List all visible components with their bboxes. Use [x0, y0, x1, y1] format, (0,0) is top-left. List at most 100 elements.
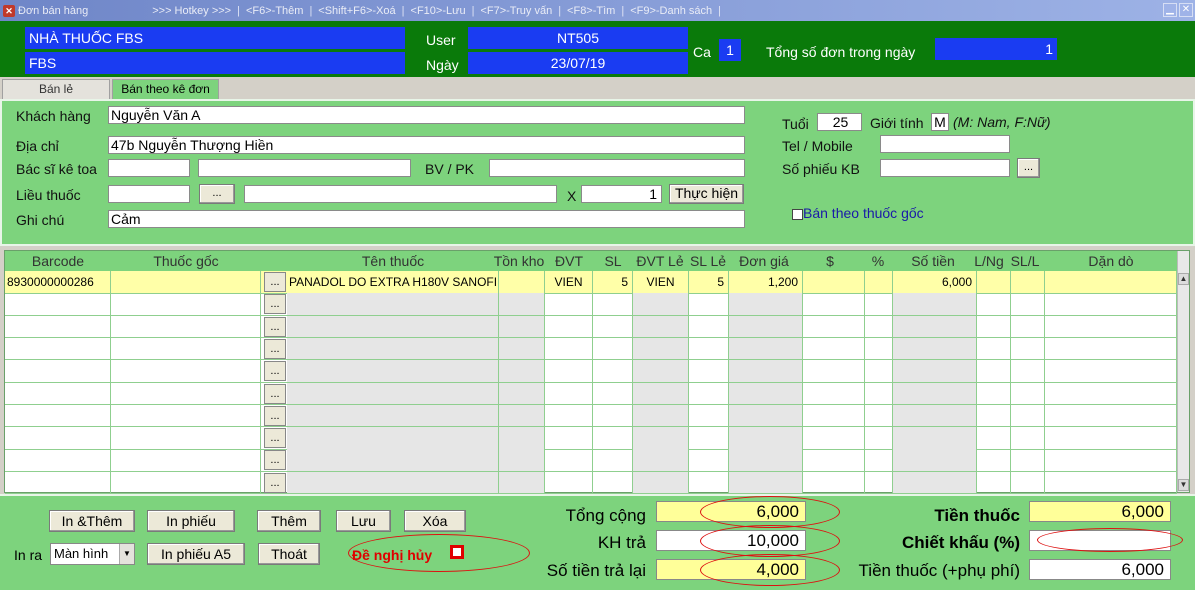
- cell-unit-small[interactable]: [633, 449, 689, 471]
- cell-qty[interactable]: [593, 293, 633, 315]
- table-row[interactable]: ...: [5, 449, 1177, 472]
- cell-unit[interactable]: [545, 427, 593, 449]
- cell-unit-small[interactable]: [633, 315, 689, 338]
- cell-note[interactable]: [1045, 315, 1177, 338]
- cell-stock[interactable]: [499, 427, 545, 449]
- cell-lng[interactable]: [977, 360, 1011, 382]
- cell-usd[interactable]: [803, 404, 865, 427]
- cell-lng[interactable]: [977, 382, 1011, 404]
- cell-price[interactable]: [729, 293, 803, 315]
- cell-sll[interactable]: [1011, 449, 1045, 471]
- cell-price[interactable]: [729, 315, 803, 338]
- cell-price[interactable]: [729, 471, 803, 494]
- cell-unit-small[interactable]: [633, 471, 689, 494]
- cell-qty[interactable]: [593, 337, 633, 360]
- dosage-lookup-button[interactable]: ...: [199, 184, 235, 204]
- tab-prescription[interactable]: Bán theo kê đơn: [112, 79, 219, 99]
- cell-generic[interactable]: [111, 271, 261, 293]
- cell-sll[interactable]: [1011, 404, 1045, 427]
- cell-pct[interactable]: [865, 293, 893, 315]
- table-row[interactable]: 8930000000286 PANADOL DO EXTRA H180V SANO…: [5, 271, 1177, 294]
- cell-generic[interactable]: [111, 449, 261, 471]
- cell-amount[interactable]: [893, 427, 977, 449]
- cell-stock[interactable]: [499, 471, 545, 494]
- row-lookup-button[interactable]: ...: [264, 361, 286, 382]
- cell-usd[interactable]: [803, 271, 865, 293]
- cell-price[interactable]: [729, 360, 803, 382]
- cell-amount[interactable]: [893, 404, 977, 427]
- cell-barcode[interactable]: 8930000000286: [5, 271, 111, 293]
- grid-scrollbar[interactable]: ▲ ▼: [1177, 251, 1189, 492]
- cell-barcode[interactable]: [5, 471, 111, 494]
- cell-price[interactable]: [729, 337, 803, 360]
- original-drug-option[interactable]: Bán theo thuốc gốc: [792, 205, 924, 221]
- cell-note[interactable]: [1045, 382, 1177, 404]
- cell-unit[interactable]: [545, 449, 593, 471]
- execute-button[interactable]: Thực hiện: [669, 184, 744, 204]
- cell-note[interactable]: [1045, 404, 1177, 427]
- cell-qty[interactable]: [593, 404, 633, 427]
- bvpk-input[interactable]: [489, 159, 745, 177]
- customer-input[interactable]: Nguyễn Văn A: [108, 106, 745, 124]
- cell-qty-small[interactable]: [689, 360, 729, 382]
- cell-sll[interactable]: [1011, 471, 1045, 494]
- cell-usd[interactable]: [803, 471, 865, 494]
- cell-barcode[interactable]: [5, 293, 111, 315]
- cell-qty[interactable]: [593, 360, 633, 382]
- cell-stock[interactable]: [499, 449, 545, 471]
- cell-lng[interactable]: [977, 293, 1011, 315]
- cell-pct[interactable]: [865, 382, 893, 404]
- cell-name[interactable]: [287, 427, 499, 449]
- cell-generic[interactable]: [111, 404, 261, 427]
- cell-qty-small[interactable]: [689, 315, 729, 338]
- cell-qty-small[interactable]: [689, 337, 729, 360]
- cell-pct[interactable]: [865, 404, 893, 427]
- cell-unit[interactable]: [545, 382, 593, 404]
- cell-usd[interactable]: [803, 382, 865, 404]
- cell-barcode[interactable]: [5, 427, 111, 449]
- cell-amount[interactable]: 6,000: [893, 271, 977, 293]
- note-input[interactable]: Cảm: [108, 210, 745, 228]
- cell-unit-small[interactable]: VIEN: [633, 271, 689, 293]
- doctor-name-input[interactable]: [198, 159, 411, 177]
- dosage-qty-input[interactable]: 1: [581, 185, 662, 203]
- cell-note[interactable]: [1045, 471, 1177, 494]
- cell-qty[interactable]: [593, 427, 633, 449]
- print-slip-button[interactable]: In phiếu: [147, 510, 235, 532]
- cell-qty-small[interactable]: [689, 293, 729, 315]
- table-row[interactable]: ...: [5, 404, 1177, 428]
- cell-usd[interactable]: [803, 337, 865, 360]
- cell-qty-small[interactable]: [689, 382, 729, 404]
- cell-note[interactable]: [1045, 271, 1177, 293]
- cell-amount[interactable]: [893, 337, 977, 360]
- cell-amount[interactable]: [893, 471, 977, 494]
- cell-pct[interactable]: [865, 360, 893, 382]
- scroll-up-icon[interactable]: ▲: [1178, 273, 1189, 285]
- cell-barcode[interactable]: [5, 315, 111, 338]
- cell-unit[interactable]: [545, 360, 593, 382]
- cell-lng[interactable]: [977, 404, 1011, 427]
- cell-usd[interactable]: [803, 293, 865, 315]
- cell-amount[interactable]: [893, 360, 977, 382]
- cell-amount[interactable]: [893, 449, 977, 471]
- cell-qty-small[interactable]: [689, 404, 729, 427]
- cell-name[interactable]: [287, 315, 499, 338]
- cell-lng[interactable]: [977, 271, 1011, 293]
- cell-note[interactable]: [1045, 449, 1177, 471]
- cell-stock[interactable]: [499, 360, 545, 382]
- cell-lng[interactable]: [977, 337, 1011, 360]
- row-lookup-button[interactable]: ...: [264, 316, 286, 337]
- cell-note[interactable]: [1045, 293, 1177, 315]
- cell-usd[interactable]: [803, 427, 865, 449]
- row-lookup-button[interactable]: ...: [264, 405, 286, 426]
- cell-name[interactable]: [287, 404, 499, 427]
- cell-unit[interactable]: [545, 404, 593, 427]
- cell-pct[interactable]: [865, 315, 893, 338]
- cell-barcode[interactable]: [5, 382, 111, 404]
- address-input[interactable]: 47b Nguyễn Thượng Hiền: [108, 136, 745, 154]
- cell-generic[interactable]: [111, 293, 261, 315]
- cell-unit[interactable]: [545, 471, 593, 494]
- dosage-name-input[interactable]: [244, 185, 557, 203]
- cell-qty[interactable]: [593, 382, 633, 404]
- cell-name[interactable]: PANADOL DO EXTRA H180V SANOFI: [287, 271, 499, 293]
